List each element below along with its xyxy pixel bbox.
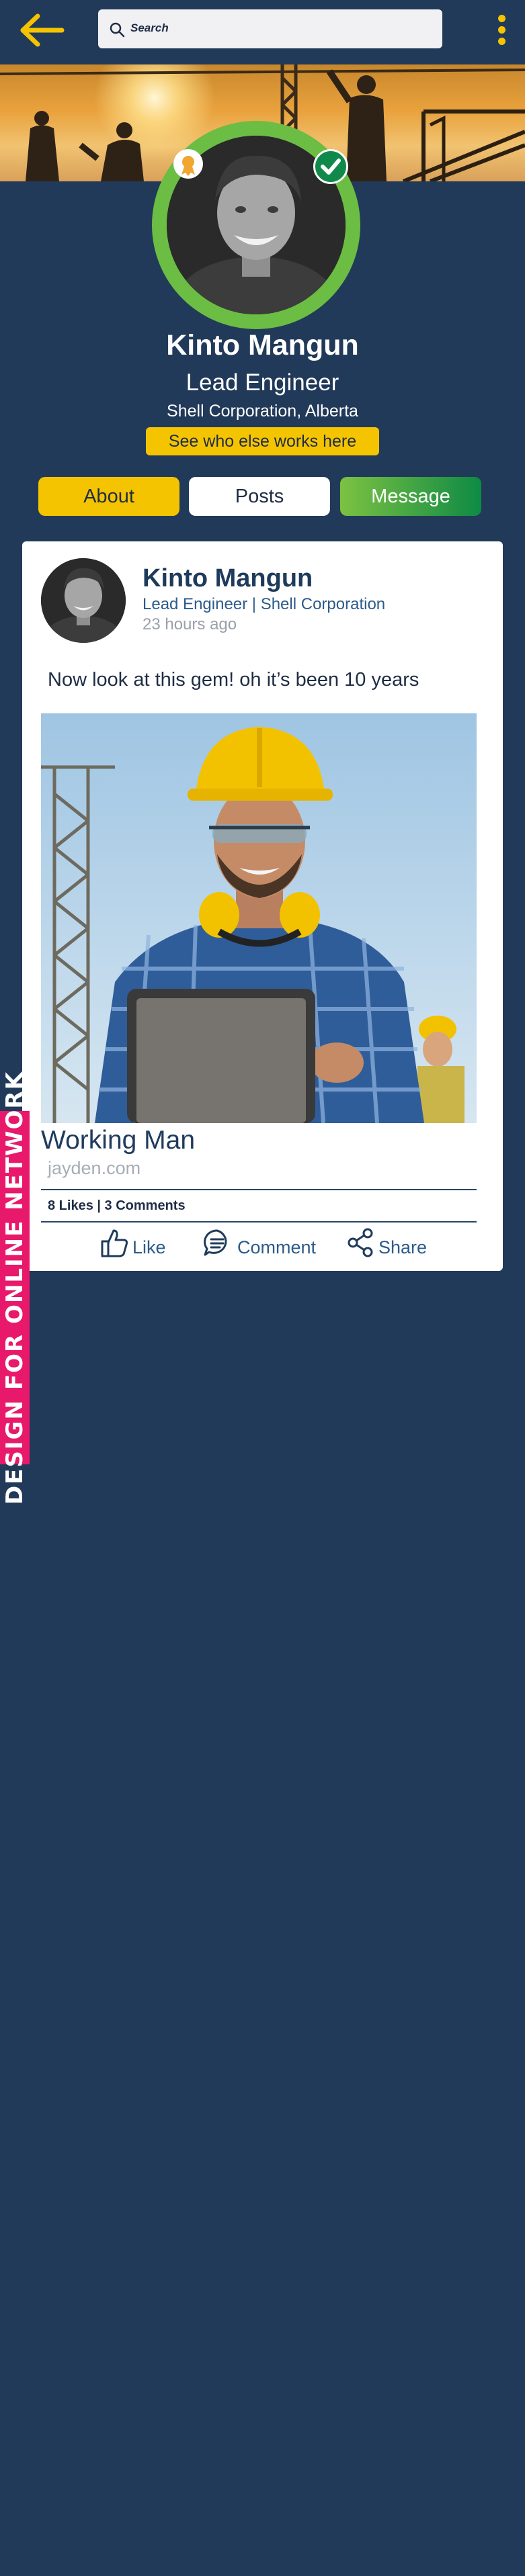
post-text: Now look at this gem! oh it’s been 10 ye…: [48, 669, 419, 691]
side-ribbon: DESIGN FOR ONLINE NETWORK: [0, 1071, 30, 1505]
post-card: Kinto Mangun Lead Engineer | Shell Corpo…: [22, 541, 503, 1271]
post-author-avatar[interactable]: [41, 558, 126, 643]
post-image[interactable]: [41, 713, 477, 1123]
post-author-subtitle: Lead Engineer | Shell Corporation: [143, 595, 386, 613]
medal-icon: [173, 149, 203, 179]
search-placeholder: Search: [130, 21, 169, 34]
verified-check-icon: [313, 149, 348, 184]
see-coworkers-button[interactable]: See who else works here: [146, 427, 379, 455]
link-domain[interactable]: jayden.com: [48, 1158, 140, 1179]
share-button[interactable]: Share: [348, 1228, 435, 1259]
search-input[interactable]: Search: [98, 9, 442, 48]
post-author-name[interactable]: Kinto Mangun: [143, 564, 313, 593]
ribbon-text: DESIGN FOR ONLINE NETWORK: [1, 1071, 28, 1505]
tab-posts[interactable]: Posts: [189, 477, 330, 516]
divider: [41, 1189, 477, 1190]
post-stats[interactable]: 8 Likes | 3 Comments: [48, 1198, 186, 1214]
profile-role: Lead Engineer: [186, 369, 339, 396]
link-title[interactable]: Working Man: [41, 1126, 195, 1155]
tab-message[interactable]: Message: [340, 477, 481, 516]
thumbs-up-icon: [101, 1229, 128, 1257]
share-icon: [348, 1228, 373, 1257]
top-bar: Search: [0, 0, 525, 64]
share-label: Share: [378, 1237, 428, 1257]
tab-about[interactable]: About: [38, 477, 179, 516]
like-button[interactable]: Like: [100, 1228, 174, 1259]
comment-icon: [204, 1229, 227, 1256]
search-icon: [109, 21, 125, 38]
back-arrow-icon[interactable]: [19, 13, 66, 47]
comment-label: Comment: [237, 1237, 317, 1257]
profile-location: Shell Corporation, Alberta: [167, 402, 358, 420]
comment-button[interactable]: Comment: [202, 1228, 323, 1259]
post-timestamp: 23 hours ago: [143, 615, 237, 633]
profile-name: Kinto Mangun: [166, 329, 359, 361]
more-options-icon[interactable]: [495, 15, 508, 51]
like-label: Like: [132, 1237, 166, 1257]
divider: [41, 1221, 477, 1223]
